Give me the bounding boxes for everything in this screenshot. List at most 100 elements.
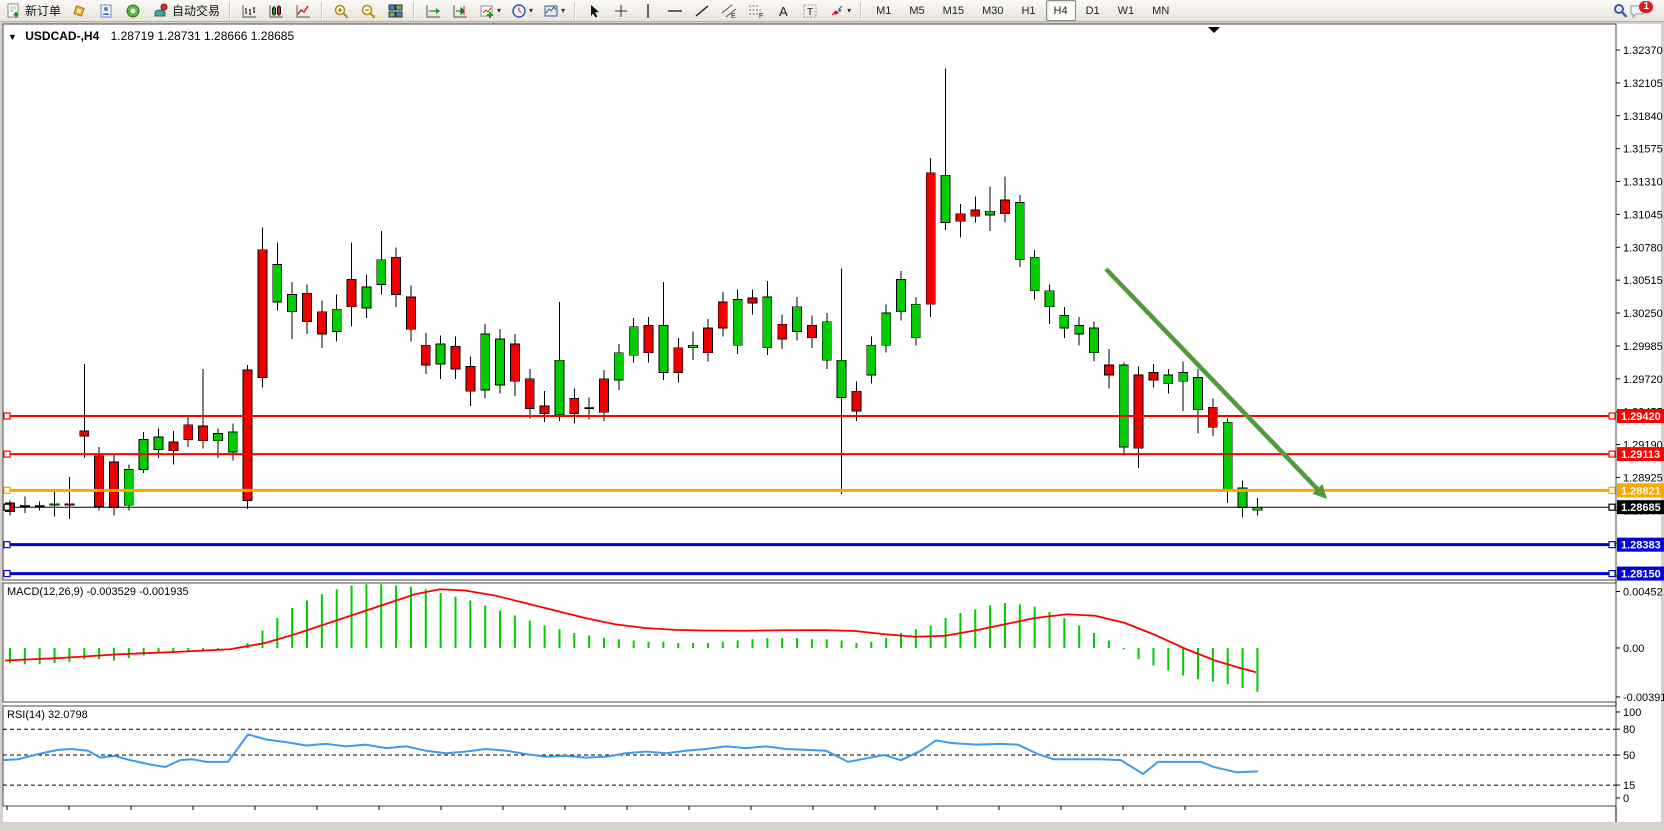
time-tick-label: 4 Jul 00:00	[130, 821, 184, 822]
hline-button[interactable]	[663, 0, 688, 21]
line-handle[interactable]	[4, 451, 10, 457]
timeframe-button-mn[interactable]: MN	[1144, 0, 1177, 21]
bar-chart-button[interactable]	[237, 0, 262, 21]
time-tick-label: 12 Jul 00:00	[688, 821, 748, 822]
tile-windows-button[interactable]	[383, 0, 408, 21]
new-order-button[interactable]: 新订单	[1, 0, 65, 21]
chart-shift-icon	[452, 3, 469, 19]
arrows-button[interactable]: ▾	[825, 0, 855, 21]
candle	[95, 456, 104, 507]
svg-text:T: T	[807, 7, 813, 18]
chevron-down-icon[interactable]: ▼	[8, 32, 17, 42]
toolbar: 新订单自动交易▾▾▾EFAT▾M1M5M15M30H1H4D1W1MN1	[0, 0, 1664, 22]
candle	[451, 347, 460, 369]
price-tick-label: 1.32105	[1623, 78, 1663, 90]
candle	[659, 325, 668, 372]
svg-text:F: F	[759, 13, 763, 19]
rsi-indicator-label: RSI(14) 32.0798	[7, 709, 88, 721]
channel-button[interactable]: E	[717, 0, 742, 21]
autotrade-icon	[152, 3, 169, 19]
candle	[20, 505, 29, 506]
time-tick-label: 11 Jul 08:00	[626, 821, 685, 822]
cursor-icon	[586, 3, 603, 19]
candle	[926, 173, 935, 305]
candle	[288, 294, 297, 311]
price-tick-label: 1.30250	[1623, 308, 1663, 320]
candle	[1164, 375, 1173, 384]
period-button[interactable]: ▾	[507, 0, 537, 21]
candle	[837, 360, 846, 397]
clock-icon	[511, 3, 528, 19]
line-handle[interactable]	[4, 504, 10, 510]
candle	[1045, 291, 1054, 307]
hline-icon	[667, 3, 684, 19]
candle	[585, 407, 594, 408]
price-tick-label: 1.30780	[1623, 242, 1663, 254]
auto-scroll-icon	[425, 3, 442, 19]
search-icon[interactable]	[1612, 3, 1629, 19]
template-button[interactable]: ▾	[539, 0, 569, 21]
candle	[882, 313, 891, 345]
timeframe-button-m30[interactable]: M30	[974, 0, 1011, 21]
price-tick-label: 1.31045	[1623, 209, 1663, 221]
profile-button[interactable]	[94, 0, 119, 21]
candle	[213, 433, 222, 440]
svg-text:A: A	[779, 4, 788, 19]
profile-icon	[98, 3, 115, 19]
candle	[748, 298, 757, 303]
broadcast-button[interactable]	[121, 0, 146, 21]
line-chart-button[interactable]	[291, 0, 316, 21]
candle	[243, 370, 252, 500]
crosshair-button[interactable]	[609, 0, 634, 21]
line-handle[interactable]	[4, 413, 10, 419]
svg-text:E: E	[731, 13, 736, 19]
seal-button[interactable]	[67, 0, 92, 21]
chart-window[interactable]: ▼ USDCAD-,H4 1.28719 1.28731 1.28666 1.2…	[0, 22, 1664, 822]
crosshair-icon	[613, 3, 630, 19]
candle-chart-button[interactable]	[264, 0, 289, 21]
macd-indicator-label: MACD(12,26,9) -0.003529 -0.001935	[7, 586, 189, 598]
zoom-out-button[interactable]	[356, 0, 381, 21]
candle	[65, 504, 74, 505]
vline-button[interactable]	[636, 0, 661, 21]
text-button[interactable]: A	[771, 0, 796, 21]
time-tick-label: 5 Jul 08:00	[254, 821, 308, 822]
auto-scroll-button[interactable]	[421, 0, 446, 21]
candle	[1179, 373, 1188, 382]
timeframe-label: H1	[1017, 5, 1039, 17]
timeframe-button-m15[interactable]: M15	[935, 0, 972, 21]
chevron-down-icon: ▾	[847, 6, 851, 15]
new-chart-button[interactable]: ▾	[475, 0, 505, 21]
timeframe-button-w1[interactable]: W1	[1110, 0, 1143, 21]
price-badge-label: 1.28150	[1621, 569, 1661, 581]
line-handle[interactable]	[4, 542, 10, 548]
time-tick-label: 8 Jul 00:00	[502, 821, 556, 822]
line-chart-icon	[295, 3, 312, 19]
tile-windows-icon	[387, 3, 404, 19]
broadcast-icon	[125, 3, 142, 19]
candle	[778, 324, 787, 339]
time-tick-label: 4 Jul 16:00	[192, 821, 246, 822]
zoom-in-button[interactable]	[329, 0, 354, 21]
candle	[1090, 328, 1099, 353]
fibo-button[interactable]: F	[744, 0, 769, 21]
autotrade-button[interactable]: 自动交易	[148, 0, 224, 21]
timeframe-button-d1[interactable]: D1	[1078, 0, 1108, 21]
timeframe-button-m5[interactable]: M5	[901, 0, 932, 21]
timeframe-button-h1[interactable]: H1	[1013, 0, 1043, 21]
line-handle[interactable]	[4, 571, 10, 577]
chart-canvas[interactable]: 1.323701.321051.318401.315751.313101.310…	[0, 22, 1664, 822]
label-button[interactable]: T	[798, 0, 823, 21]
candle	[50, 504, 59, 505]
timeframe-button-m1[interactable]: M1	[868, 0, 899, 21]
line-handle[interactable]	[4, 487, 10, 493]
template-icon	[543, 3, 560, 19]
chart-shift-button[interactable]	[448, 0, 473, 21]
zoom-in-icon	[333, 3, 350, 19]
trendline-button[interactable]	[690, 0, 715, 21]
line-axis-handle	[1609, 487, 1615, 493]
timeframe-button-h4[interactable]: H4	[1046, 0, 1076, 21]
chevron-down-icon: ▾	[529, 6, 533, 15]
toolbar-separator	[319, 2, 326, 20]
cursor-button[interactable]	[582, 0, 607, 21]
